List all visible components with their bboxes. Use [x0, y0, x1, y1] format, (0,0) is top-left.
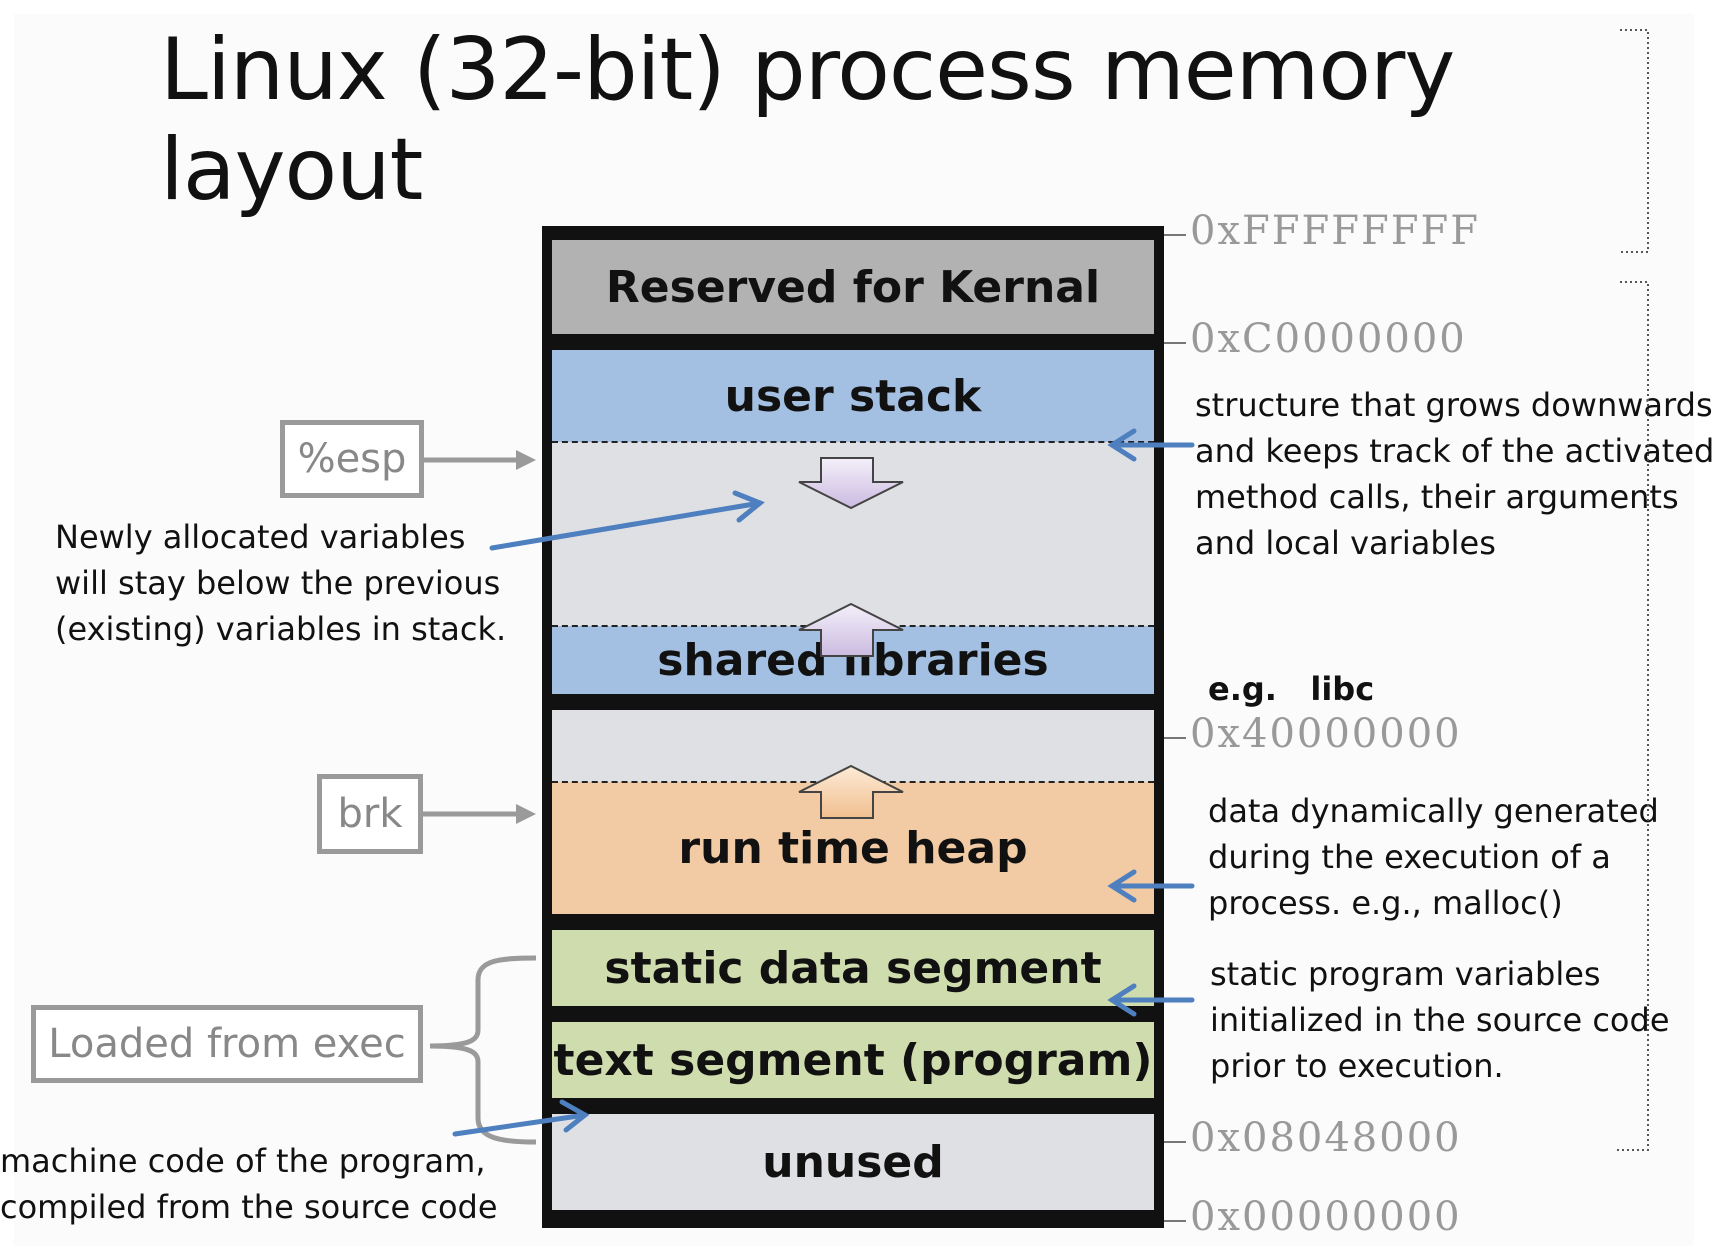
libs-grows-up-arrow: [798, 602, 904, 657]
newly-allocated-arrow: [489, 500, 763, 551]
esp-pointer-arrow: [424, 450, 536, 470]
heap-grows-up-arrow: [798, 764, 904, 819]
user-space-bracket: [1616, 281, 1649, 1151]
exec-curly-bracket: [429, 955, 537, 1145]
stack-grows-down-arrow: [798, 457, 904, 510]
kernel-space-bracket: [1620, 29, 1649, 253]
brk-pointer-arrow: [423, 804, 536, 824]
diagram-overlay: [423, 29, 1649, 1151]
